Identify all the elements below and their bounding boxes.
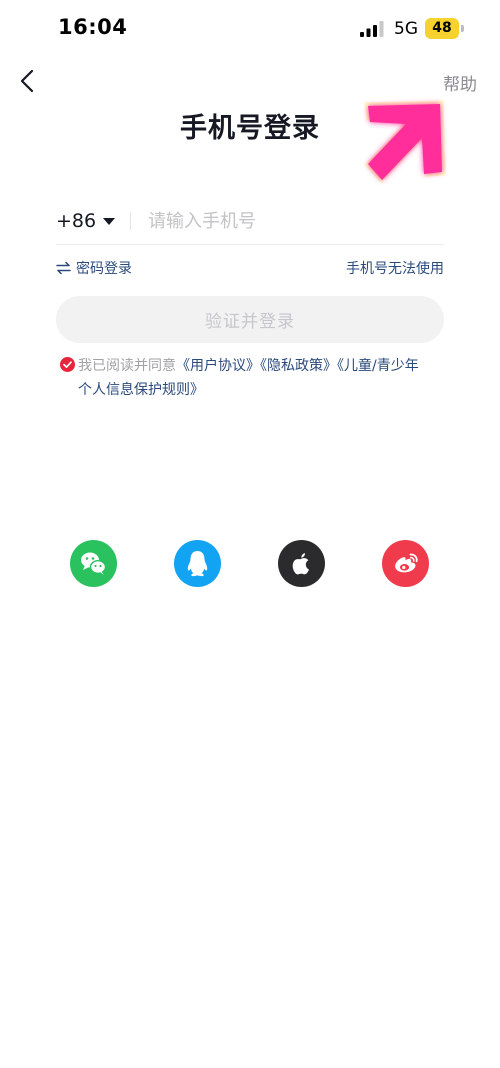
wechat-login-button[interactable] bbox=[70, 540, 117, 587]
verify-login-button[interactable]: 验证并登录 bbox=[56, 296, 444, 343]
children-privacy-link-line2: 个人信息保护规则》 bbox=[78, 382, 204, 398]
agreement-prefix: 我已阅读并同意 bbox=[78, 358, 176, 374]
status-bar: 16:04 5G 48 bbox=[0, 0, 500, 58]
apple-login-button[interactable] bbox=[278, 540, 325, 587]
agreement-text: 我已阅读并同意《用户协议》《隐私政策》《儿童/青少年个人信息保护规则》 bbox=[58, 354, 448, 402]
page-title: 手机号登录 bbox=[180, 113, 320, 144]
password-login-label: 密码登录 bbox=[76, 261, 132, 277]
wechat-icon bbox=[81, 552, 107, 575]
phone-unusable-link[interactable]: 手机号无法使用 bbox=[346, 258, 444, 278]
help-link[interactable]: 帮助 bbox=[443, 70, 477, 95]
battery-cap bbox=[461, 25, 464, 32]
network-type: 5G bbox=[394, 19, 418, 39]
divider bbox=[130, 212, 131, 230]
qq-login-button[interactable] bbox=[174, 540, 221, 587]
battery-level: 48 bbox=[432, 20, 452, 36]
phone-input-row: +86 bbox=[56, 198, 444, 245]
weibo-icon bbox=[395, 553, 418, 573]
privacy-policy-link[interactable]: 《隐私政策》 bbox=[260, 358, 337, 374]
country-code: +86 bbox=[56, 210, 97, 232]
user-agreement-link[interactable]: 《用户协议》 bbox=[176, 358, 260, 374]
children-privacy-link-line1: 《儿童/青少年 bbox=[337, 358, 419, 374]
agreement: 我已阅读并同意《用户协议》《隐私政策》《儿童/青少年个人信息保护规则》 bbox=[58, 354, 448, 402]
cellular-signal-icon bbox=[360, 21, 384, 37]
qq-icon bbox=[187, 551, 208, 577]
weibo-login-button[interactable] bbox=[382, 540, 429, 587]
status-time: 16:04 bbox=[58, 15, 128, 39]
chevron-left-icon[interactable] bbox=[14, 66, 42, 96]
phone-input[interactable] bbox=[148, 204, 438, 238]
country-code-selector[interactable]: +86 bbox=[56, 198, 116, 244]
apple-icon bbox=[292, 553, 309, 575]
switch-arrows-icon bbox=[56, 261, 71, 275]
social-login-row bbox=[0, 540, 500, 588]
password-login-link[interactable]: 密码登录 bbox=[56, 258, 132, 278]
agreement-checkbox[interactable] bbox=[60, 357, 75, 372]
battery-icon: 48 bbox=[425, 18, 459, 39]
caret-down-icon bbox=[103, 217, 116, 225]
